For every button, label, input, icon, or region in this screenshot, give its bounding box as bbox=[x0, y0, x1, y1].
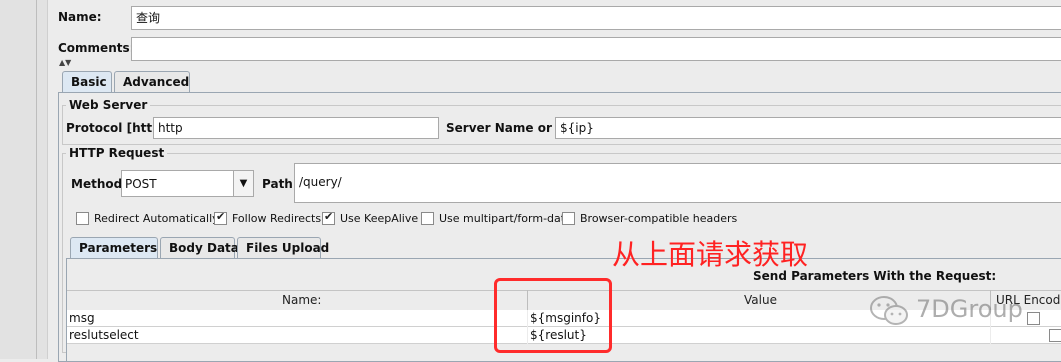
checkbox-box-checked bbox=[214, 210, 227, 225]
tab-files-upload[interactable]: Files Upload bbox=[237, 237, 329, 259]
multipart-form-data-checkbox[interactable]: Use multipart/form-data bbox=[421, 212, 572, 225]
checkbox-label: Use multipart/form-data bbox=[439, 212, 572, 225]
splitter-line[interactable] bbox=[36, 0, 37, 359]
checkbox-label: Use KeepAlive bbox=[340, 212, 419, 225]
checkbox-label: Browser-compatible headers bbox=[580, 212, 738, 225]
http-request-legend: HTTP Request bbox=[66, 146, 168, 160]
web-server-legend: Web Server bbox=[66, 98, 151, 112]
watermark-text: 7DGroup bbox=[916, 295, 1023, 323]
redirect-automatically-checkbox[interactable]: Redirect Automatically bbox=[76, 212, 219, 225]
column-header-value[interactable]: Value bbox=[744, 293, 777, 307]
protocol-field[interactable]: http bbox=[153, 117, 439, 139]
path-label: Path: bbox=[262, 177, 298, 191]
url-encode-checkbox[interactable] bbox=[1027, 312, 1040, 325]
wechat-watermark-icon bbox=[868, 294, 912, 328]
name-label: Name: bbox=[58, 10, 102, 24]
checkbox-box-checked bbox=[322, 210, 335, 225]
follow-redirects-checkbox[interactable]: Follow Redirects bbox=[214, 210, 322, 225]
tab-body-data[interactable]: Body Data bbox=[160, 237, 239, 259]
url-encode-checkbox[interactable] bbox=[1048, 329, 1061, 342]
param-name-cell[interactable]: msg bbox=[67, 310, 527, 327]
column-header-name[interactable]: Name: bbox=[282, 293, 321, 307]
tab-basic[interactable]: Basic bbox=[62, 71, 112, 93]
highlight-box bbox=[494, 278, 612, 353]
comments-label: Comments: bbox=[58, 41, 135, 55]
tab-advanced[interactable]: Advanced bbox=[114, 71, 190, 93]
method-label: Method: bbox=[71, 177, 127, 191]
left-panel-edge bbox=[0, 0, 48, 359]
method-select[interactable]: POST ▼ bbox=[121, 170, 254, 197]
method-value: POST bbox=[125, 177, 157, 191]
use-keepalive-checkbox[interactable]: Use KeepAlive bbox=[322, 210, 419, 225]
browser-compatible-headers-checkbox[interactable]: Browser-compatible headers bbox=[562, 212, 737, 225]
path-field[interactable]: /query/ bbox=[294, 163, 1061, 203]
checkbox-label: Follow Redirects bbox=[232, 212, 322, 225]
chevron-down-icon[interactable]: ▼ bbox=[233, 171, 253, 196]
name-field[interactable]: 查询 bbox=[131, 6, 1061, 30]
annotation-text: 从上面请求获取 bbox=[612, 238, 809, 271]
collapse-arrows-icon[interactable]: ▲▼ bbox=[59, 59, 71, 67]
checkbox-box bbox=[76, 212, 89, 225]
checkbox-box bbox=[562, 212, 575, 225]
param-name-cell[interactable]: reslutselect bbox=[67, 327, 527, 344]
server-name-field[interactable]: ${ip} bbox=[555, 117, 1061, 139]
tab-parameters[interactable]: Parameters bbox=[70, 237, 158, 259]
checkbox-label: Redirect Automatically bbox=[94, 212, 219, 225]
checkbox-box bbox=[421, 212, 434, 225]
parameters-table-title: Send Parameters With the Request: bbox=[753, 269, 997, 283]
comments-field[interactable] bbox=[131, 37, 1061, 61]
